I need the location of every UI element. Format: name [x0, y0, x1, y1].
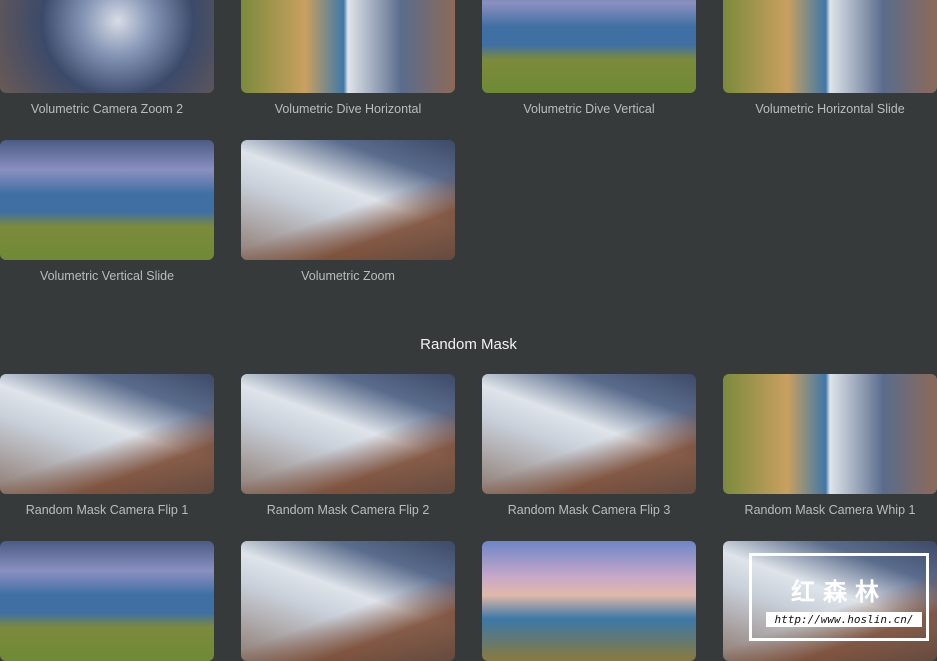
- transition-thumbnail[interactable]: [723, 374, 937, 494]
- transition-item[interactable]: Volumetric Zoom: [241, 140, 455, 283]
- transition-thumbnail[interactable]: [482, 374, 696, 494]
- transition-label: Volumetric Horizontal Slide: [755, 102, 905, 116]
- transition-label: Random Mask Camera Flip 2: [266, 503, 430, 517]
- transition-thumbnail[interactable]: [241, 374, 455, 494]
- watermark-title: 红森林: [791, 579, 887, 606]
- transition-label: Volumetric Dive Horizontal: [274, 102, 422, 116]
- transition-item[interactable]: [0, 541, 214, 661]
- watermark: 红森林 http://www.hoslin.cn/: [749, 553, 929, 641]
- transition-item[interactable]: Volumetric Vertical Slide: [0, 140, 214, 283]
- transition-thumbnail[interactable]: [723, 0, 937, 93]
- transition-item[interactable]: [482, 541, 696, 661]
- transition-thumbnail[interactable]: [482, 0, 696, 93]
- transition-label: Random Mask Camera Flip 1: [25, 503, 189, 517]
- transition-thumbnail[interactable]: [241, 0, 455, 93]
- transition-label: Volumetric Dive Vertical: [523, 102, 655, 116]
- transition-label: Volumetric Vertical Slide: [39, 269, 175, 283]
- transition-item[interactable]: Random Mask Camera Flip 3: [482, 374, 696, 517]
- transition-thumbnail[interactable]: [482, 541, 696, 661]
- transition-item[interactable]: Random Mask Camera Flip 1: [0, 374, 214, 517]
- transition-item[interactable]: [241, 541, 455, 661]
- transition-item[interactable]: Volumetric Horizontal Slide: [723, 0, 937, 116]
- transition-thumbnail[interactable]: [0, 541, 214, 661]
- transition-label: Random Mask Camera Flip 3: [507, 503, 671, 517]
- transition-thumbnail[interactable]: [0, 0, 214, 93]
- transition-label: Volumetric Zoom: [301, 269, 395, 283]
- transition-item[interactable]: Random Mask Camera Whip 1: [723, 374, 937, 517]
- transition-thumbnail[interactable]: [241, 140, 455, 260]
- transition-label: Random Mask Camera Whip 1: [744, 503, 916, 517]
- transition-thumbnail[interactable]: [241, 541, 455, 661]
- transition-item[interactable]: Volumetric Dive Horizontal: [241, 0, 455, 116]
- transition-item[interactable]: Volumetric Dive Vertical: [482, 0, 696, 116]
- watermark-url: http://www.hoslin.cn/: [766, 612, 922, 627]
- transition-item[interactable]: Random Mask Camera Flip 2: [241, 374, 455, 517]
- section-title-random-mask: Random Mask: [420, 336, 517, 353]
- transition-thumbnail[interactable]: [0, 140, 214, 260]
- transition-thumbnail[interactable]: [0, 374, 214, 494]
- transition-label: Volumetric Camera Zoom 2: [30, 102, 184, 116]
- transition-item[interactable]: Volumetric Camera Zoom 2: [0, 0, 214, 116]
